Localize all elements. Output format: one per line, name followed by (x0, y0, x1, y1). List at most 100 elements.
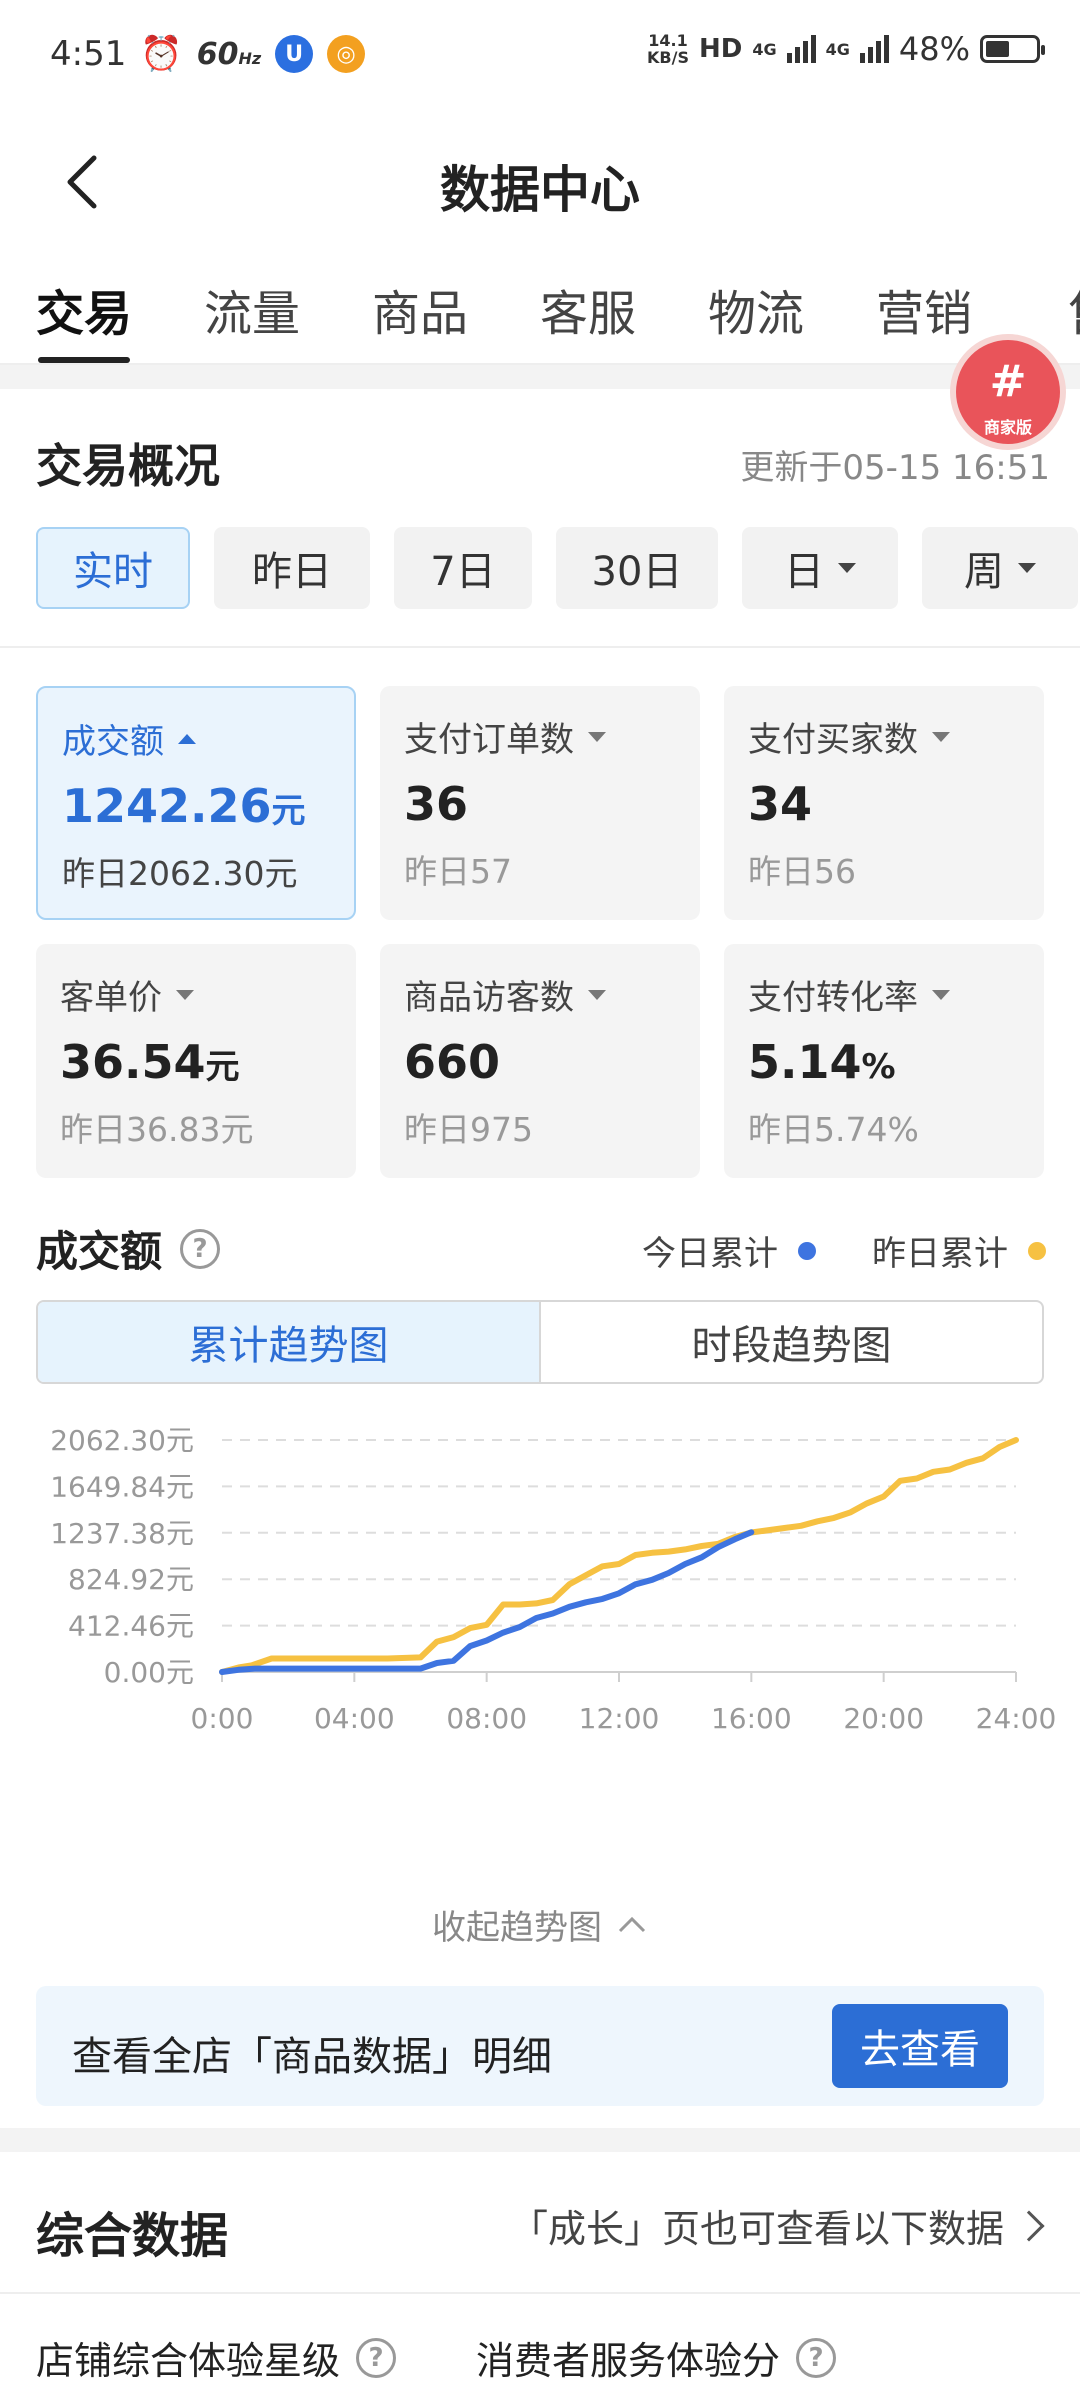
metric-value: 660 (404, 1035, 501, 1089)
period-label: 昨日 (252, 549, 332, 595)
growth-link-label: 「成长」页也可查看以下数据 (509, 2207, 1004, 2251)
y-tick-label: 0.00元 (104, 1656, 194, 1689)
product-data-banner: 查看全店「商品数据」明细 去查看 (36, 1986, 1044, 2106)
divider (0, 646, 1080, 648)
legend-yesterday-label: 昨日累计 (872, 1234, 1008, 1274)
tab-customer-service[interactable]: 客服 (504, 250, 672, 363)
metric-label: 客单价 (60, 978, 162, 1018)
signal-label-1: 4G (752, 39, 777, 59)
x-tick-label: 04:00 (314, 1702, 395, 1735)
banner-text: 查看全店「商品数据」明细 (72, 2034, 552, 2080)
x-tick-label: 08:00 (446, 1702, 527, 1735)
tab-traffic[interactable]: 流量 (168, 250, 336, 363)
consumer-service-score[interactable]: 消费者服务体验分 ? (476, 2330, 837, 2385)
status-bar: 4:51 ⏰ 60Hz U ◎ 14.1 KB/S HD 4G 4G 48% (0, 0, 1080, 110)
x-tick-label: 24:00 (976, 1702, 1057, 1735)
battery-percent: 48% (898, 30, 970, 68)
x-tick-label: 20:00 (843, 1702, 924, 1735)
metric-previous: 昨日2062.30元 (62, 854, 298, 893)
period-week-dropdown[interactable]: 周 (922, 527, 1078, 609)
x-tick-label: 12:00 (579, 1702, 660, 1735)
period-30days[interactable]: 30日 (556, 527, 718, 609)
metric-card-avg-order[interactable]: 客单价 36.54元 昨日36.83元 (36, 944, 356, 1178)
legend-yesterday-dot (1028, 1241, 1046, 1260)
caret-up-icon (178, 733, 196, 744)
metric-card-conversion[interactable]: 支付转化率 5.14% 昨日5.74% (724, 944, 1044, 1178)
battery-icon (980, 35, 1045, 63)
metric-card-buyers[interactable]: 支付买家数 34 昨日56 (724, 686, 1044, 920)
caret-down-icon (932, 731, 950, 742)
signal-icon (786, 35, 816, 63)
page-title: 数据中心 (440, 161, 640, 219)
app-notification-icon-2: ◎ (327, 35, 366, 73)
metric-cards: 成交额 1242.26元 昨日2062.30元 支付订单数 36 昨日57 支付… (36, 686, 1046, 1178)
merchant-badge[interactable]: # 商家版 (950, 334, 1066, 450)
seg-hourly-trend[interactable]: 时段趋势图 (541, 1302, 1042, 1382)
period-realtime[interactable]: 实时 (36, 527, 190, 609)
refresh-rate: 60Hz (196, 36, 262, 72)
metric-card-visitors[interactable]: 商品访客数 660 昨日975 (380, 944, 700, 1178)
y-tick-label: 1649.84元 (50, 1470, 194, 1503)
legend-today-dot (798, 1241, 816, 1260)
metric-card-orders[interactable]: 支付订单数 36 昨日57 (380, 686, 700, 920)
store-experience-rating[interactable]: 店铺综合体验星级 ? (36, 2330, 397, 2385)
section-separator (0, 2128, 1080, 2152)
period-label: 7日 (430, 549, 496, 595)
metric-previous: 昨日57 (404, 852, 512, 891)
chart-section-title: 成交额 ? (36, 1218, 221, 1279)
growth-page-link[interactable]: 「成长」页也可查看以下数据 (509, 2198, 1045, 2253)
period-label: 实时 (73, 549, 153, 595)
series-line-yesterday (219, 1437, 1019, 1675)
alarm-icon: ⏰ (140, 34, 183, 74)
metric-previous: 昨日36.83元 (60, 1110, 254, 1149)
metric-value: 5.14% (748, 1035, 896, 1089)
signal-label-2: 4G (825, 39, 850, 59)
period-label: 周 (964, 549, 1004, 595)
caret-down-icon (588, 989, 606, 1000)
collapse-label: 收起趋势图 (432, 1908, 602, 1948)
chart-title-label: 成交额 (36, 1227, 163, 1276)
network-speed: 14.1 KB/S (647, 31, 689, 67)
comprehensive-title: 综合数据 (36, 2208, 229, 2264)
x-tick-label: 0:00 (191, 1702, 254, 1735)
metric-card-gmv[interactable]: 成交额 1242.26元 昨日2062.30元 (36, 686, 356, 920)
y-tick-label: 1237.38元 (50, 1517, 194, 1550)
period-day-dropdown[interactable]: 日 (742, 527, 898, 609)
collapse-chart-button[interactable]: 收起趋势图 (0, 1900, 1080, 1949)
period-label: 30日 (591, 549, 683, 595)
comprehensive-items: 店铺综合体验星级 ? 消费者服务体验分 ? (36, 2330, 837, 2385)
caret-down-icon (838, 563, 856, 573)
y-tick-label: 412.46元 (68, 1610, 194, 1643)
tab-logistics[interactable]: 物流 (672, 250, 840, 363)
metric-label: 商品访客数 (404, 978, 574, 1018)
divider (0, 2292, 1080, 2294)
caret-down-icon (932, 989, 950, 1000)
metric-previous: 昨日975 (404, 1110, 533, 1149)
caret-down-icon (588, 731, 606, 742)
chevron-right-icon (1013, 2209, 1045, 2242)
badge-label: 商家版 (983, 418, 1032, 437)
metric-label: 成交额 (62, 722, 164, 762)
metric-label: 支付订单数 (404, 720, 574, 760)
period-7days[interactable]: 7日 (394, 527, 532, 609)
seg-cumulative-trend[interactable]: 累计趋势图 (38, 1302, 541, 1382)
caret-down-icon (176, 989, 194, 1000)
updated-time: 更新于05-15 16:51 (740, 448, 1050, 488)
chart-mode-toggle: 累计趋势图 时段趋势图 (36, 1300, 1044, 1384)
tab-products[interactable]: 商品 (336, 250, 504, 363)
metric-previous: 昨日5.74% (748, 1110, 919, 1149)
x-tick-label: 16:00 (711, 1702, 792, 1735)
period-yesterday[interactable]: 昨日 (214, 527, 370, 609)
metric-value: 36.54元 (60, 1035, 240, 1089)
overview-title: 交易概况 (36, 439, 220, 493)
section-separator (0, 365, 1080, 389)
tab-transactions[interactable]: 交易 (0, 250, 168, 363)
help-icon[interactable]: ? (796, 2337, 837, 2378)
help-icon[interactable]: ? (180, 1228, 221, 1269)
chart-legend: 今日累计 昨日累计 (642, 1226, 1046, 1275)
clock-time: 4:51 (50, 34, 127, 74)
view-button[interactable]: 去查看 (832, 2004, 1008, 2088)
help-icon[interactable]: ? (356, 2337, 397, 2378)
metric-value: 36 (404, 777, 469, 831)
metric-label: 支付买家数 (748, 720, 918, 760)
